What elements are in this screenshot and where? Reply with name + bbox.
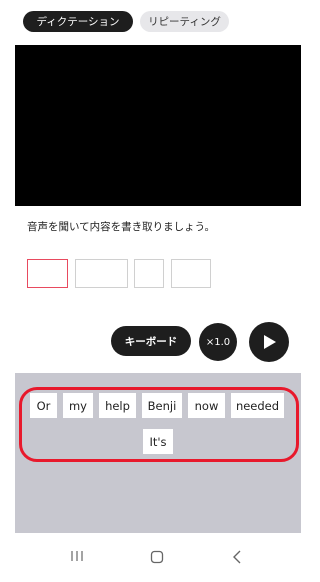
answer-box-1[interactable]	[27, 259, 68, 288]
word-chip-its[interactable]: It's	[143, 429, 173, 454]
back-icon[interactable]	[232, 550, 242, 564]
word-chip-my[interactable]: my	[63, 393, 93, 418]
system-navigation-bar	[0, 533, 318, 582]
keyboard-button[interactable]: キーボード	[111, 326, 191, 356]
play-icon	[264, 335, 276, 349]
instruction-text: 音声を聞いて内容を書き取りましょう。	[27, 221, 216, 233]
tab-dictation[interactable]: ディクテーション	[23, 11, 133, 32]
answer-box-2[interactable]	[75, 259, 128, 288]
mode-tabs: ディクテーション リピーティング	[23, 11, 229, 32]
word-chip-help[interactable]: help	[99, 393, 136, 418]
word-chip-needed[interactable]: needed	[231, 393, 284, 418]
speed-button[interactable]: ×1.0	[199, 323, 237, 361]
answer-box-4[interactable]	[171, 259, 211, 288]
recent-apps-icon[interactable]	[70, 550, 84, 562]
word-chip-now[interactable]: now	[188, 393, 225, 418]
word-chip-benji[interactable]: Benji	[142, 393, 182, 418]
answer-box-3[interactable]	[134, 259, 164, 288]
tab-repeating[interactable]: リピーティング	[140, 11, 229, 32]
video-player[interactable]	[15, 45, 301, 206]
word-chip-or[interactable]: Or	[30, 393, 57, 418]
home-icon[interactable]	[150, 550, 164, 564]
play-button[interactable]	[249, 322, 289, 362]
